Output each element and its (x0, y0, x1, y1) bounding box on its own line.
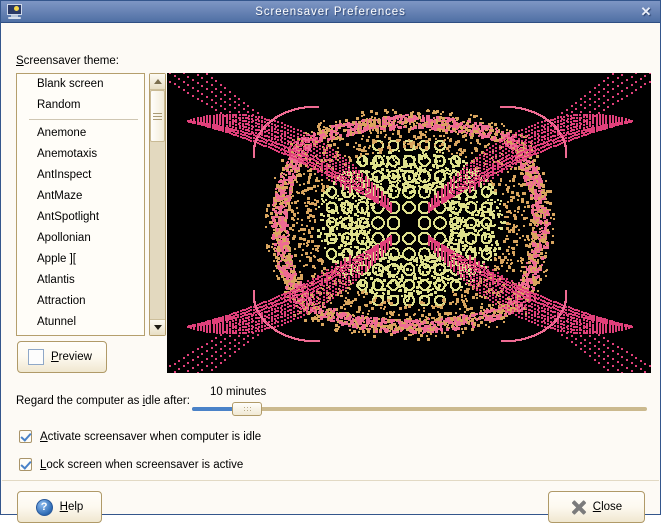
list-item[interactable]: Atunnel (17, 312, 144, 333)
list-item[interactable]: AntMaze (17, 186, 144, 207)
list-item[interactable]: Atlantis (17, 270, 144, 291)
titlebar[interactable]: Screensaver Preferences ✕ (1, 1, 660, 23)
help-button[interactable]: ? Help (17, 491, 102, 523)
close-button[interactable]: Close (548, 491, 645, 523)
dialog-body: Screensaver theme: Blank screen Random A… (1, 23, 660, 514)
lock-screen-label: Lock screen when screensaver is active (40, 459, 243, 471)
list-item[interactable]: Anemotaxis (17, 144, 144, 165)
question-circle-icon: ? (36, 499, 53, 516)
list-item[interactable]: Attraction (17, 291, 144, 312)
screensaver-monitor-icon (5, 3, 25, 21)
activate-screensaver-checkbox[interactable] (19, 430, 32, 443)
x-cross-icon (571, 500, 586, 515)
list-item[interactable]: Anemone (17, 123, 144, 144)
footer-separator (2, 480, 659, 481)
theme-list-scrollbar[interactable] (149, 73, 166, 336)
help-button-label: Help (60, 501, 84, 513)
attraction-screensaver-preview[interactable] (167, 73, 651, 373)
preview-button-label: Preview (51, 351, 92, 363)
list-separator (29, 119, 138, 120)
idle-delay-value: 10 minutes (210, 386, 266, 398)
expand-fullscreen-icon (28, 349, 44, 365)
list-item[interactable]: Apollonian (17, 228, 144, 249)
idle-delay-label: Regard the computer as idle after: (16, 395, 190, 407)
list-item[interactable]: AntInspect (17, 165, 144, 186)
list-item[interactable]: Apple ][ (17, 249, 144, 270)
list-item[interactable]: Blank screen (17, 74, 144, 95)
scrollbar-thumb[interactable] (150, 90, 165, 142)
idle-delay-slider[interactable] (192, 401, 647, 417)
theme-list-wrap: Blank screen Random Anemone Anemotaxis A… (16, 73, 166, 336)
slider-thumb[interactable] (232, 402, 262, 416)
screensaver-theme-label: Screensaver theme: (16, 55, 119, 67)
close-button-label: Close (593, 501, 622, 513)
window-title: Screensaver Preferences (1, 6, 660, 18)
lock-screen-checkbox-row[interactable]: Lock screen when screensaver is active (19, 458, 243, 471)
window-close-icon[interactable]: ✕ (638, 4, 654, 20)
list-item[interactable]: Random (17, 95, 144, 116)
activate-screensaver-checkbox-row[interactable]: Activate screensaver when computer is id… (19, 430, 261, 443)
activate-screensaver-label: Activate screensaver when computer is id… (40, 431, 261, 443)
preview-button[interactable]: Preview (17, 341, 107, 373)
list-item[interactable]: AntSpotlight (17, 207, 144, 228)
lock-screen-checkbox[interactable] (19, 458, 32, 471)
scroll-down-icon[interactable] (150, 319, 165, 335)
screensaver-theme-list[interactable]: Blank screen Random Anemone Anemotaxis A… (16, 73, 145, 336)
scroll-up-icon[interactable] (150, 74, 165, 90)
screensaver-preferences-window: Screensaver Preferences ✕ Screensaver th… (0, 0, 661, 515)
